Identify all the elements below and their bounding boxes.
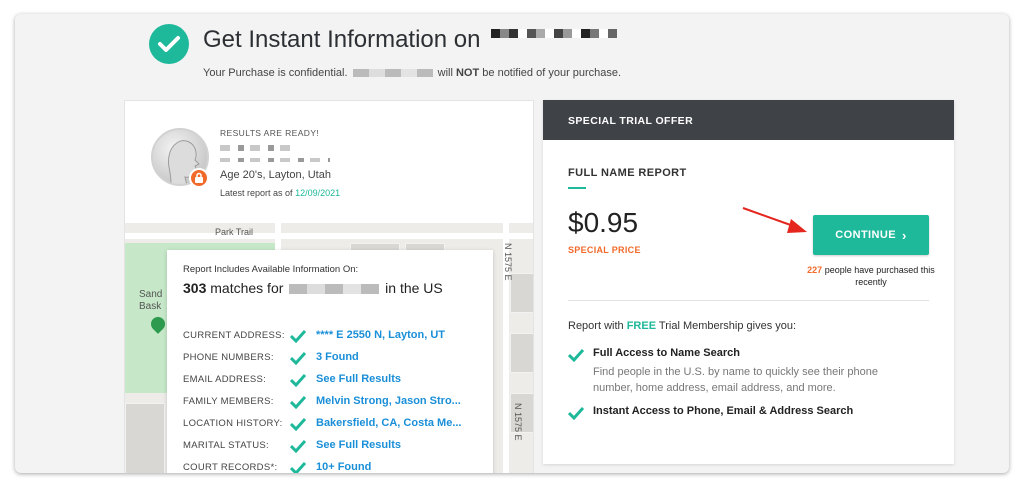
row-label: EMAIL ADDRESS: xyxy=(183,374,267,385)
check-icon xyxy=(568,348,584,362)
report-row-marital-status: MARITAL STATUS: See Full Results xyxy=(183,438,483,454)
age-location: Age 20's, Layton, Utah xyxy=(220,169,331,181)
report-row-phone-numbers: PHONE NUMBERS: 3 Found xyxy=(183,350,483,366)
map-road xyxy=(125,233,533,239)
row-value-link[interactable]: See Full Results xyxy=(316,373,481,385)
map-building xyxy=(510,273,533,313)
row-label: PHONE NUMBERS: xyxy=(183,352,274,363)
check-icon xyxy=(290,417,306,431)
row-label: LOCATION HISTORY: xyxy=(183,418,283,429)
report-row-current-address: CURRENT ADDRESS: **** E 2550 N, Layton, … xyxy=(183,328,483,344)
matches-suffix: in the US xyxy=(385,280,443,296)
redacted-name-inline xyxy=(289,284,380,295)
page-header: Get Instant Information on Your Purchase… xyxy=(149,24,849,84)
matches-line: 303 matches for in the US xyxy=(183,280,477,296)
row-value-link[interactable]: Melvin Strong, Jason Stro... xyxy=(316,395,481,407)
annotation-arrow-icon xyxy=(742,207,807,233)
redacted-name-inline xyxy=(352,69,433,78)
price-note: SPECIAL PRICE xyxy=(568,245,641,255)
feature-desc: Find people in the U.S. by name to quick… xyxy=(593,366,878,394)
results-card: RESULTS ARE READY! Age 20's, Layton, Uta… xyxy=(124,100,534,473)
row-label: COURT RECORDS*: xyxy=(183,462,278,473)
report-row-family-members: FAMILY MEMBERS: Melvin Strong, Jason Str… xyxy=(183,394,483,410)
report-row-email-address: EMAIL ADDRESS: See Full Results xyxy=(183,372,483,388)
row-value-link[interactable]: **** E 2550 N, Layton, UT xyxy=(316,329,481,341)
continue-button[interactable]: CONTINUE › xyxy=(813,215,929,255)
check-icon xyxy=(290,461,306,473)
product-underline xyxy=(568,187,586,189)
check-icon xyxy=(290,395,306,409)
latest-report: Latest report as of 12/09/2021 xyxy=(220,188,340,198)
row-label: MARITAL STATUS: xyxy=(183,440,269,451)
check-icon xyxy=(290,373,306,387)
subtitle-not: NOT xyxy=(455,67,480,79)
check-icon xyxy=(290,329,306,343)
matches-text: matches for xyxy=(210,280,284,296)
redacted-name xyxy=(491,29,618,57)
offer-bar-title: SPECIAL TRIAL OFFER xyxy=(543,100,954,140)
trial-free: FREE xyxy=(626,320,657,332)
price: $0.95 xyxy=(568,207,639,238)
check-icon xyxy=(568,406,584,420)
row-value-link[interactable]: Bakersfield, CA, Costa Me... xyxy=(316,417,481,429)
browser-frame: Get Instant Information on Your Purchase… xyxy=(15,14,1009,473)
row-value-link[interactable]: 10+ Found xyxy=(316,461,481,473)
purchased-text: people have purchased this recently xyxy=(824,265,935,287)
subtitle-before: Your Purchase is confidential. xyxy=(203,67,348,79)
row-value-link[interactable]: See Full Results xyxy=(316,439,481,451)
results-status: RESULTS ARE READY! xyxy=(220,128,320,138)
map-building xyxy=(125,403,165,473)
report-row-location-history: LOCATION HISTORY: Bakersfield, CA, Costa… xyxy=(183,416,483,432)
continue-label: CONTINUE xyxy=(835,229,896,241)
map-label-place: Sand xyxy=(139,289,163,300)
map-label-place: Bask xyxy=(139,301,162,312)
map-building xyxy=(510,333,533,373)
report-summary: Report Includes Available Information On… xyxy=(167,250,493,473)
map-label-street: N 1575 E xyxy=(513,403,523,441)
subtitle-will: will xyxy=(437,67,453,79)
row-value-link[interactable]: 3 Found xyxy=(316,351,481,363)
purchased-count: 227 xyxy=(807,265,823,275)
offer-card: SPECIAL TRIAL OFFER FULL NAME REPORT $0.… xyxy=(543,100,954,464)
trial-before: Report with xyxy=(568,320,624,332)
matches-count: 303 xyxy=(183,280,207,296)
check-icon xyxy=(290,351,306,365)
row-label: CURRENT ADDRESS: xyxy=(183,330,285,341)
feature-title: Instant Access to Phone, Email & Address… xyxy=(593,405,854,417)
map-label-park-trail: Park Trail xyxy=(215,227,254,237)
check-icon xyxy=(290,439,306,453)
latest-label: Latest report as of xyxy=(220,188,293,198)
feature-title: Full Access to Name Search xyxy=(593,347,740,359)
report-heading: Report Includes Available Information On… xyxy=(183,264,359,275)
check-circle-icon xyxy=(149,24,189,64)
trial-after: Trial Membership gives you: xyxy=(658,320,797,332)
page-title: Get Instant Information on xyxy=(203,26,618,57)
redacted-detail-line xyxy=(220,158,330,162)
purchase-count: 227 people have purchased this recently xyxy=(803,264,939,288)
map-road xyxy=(275,223,281,253)
lock-icon xyxy=(189,168,209,188)
page-title-text: Get Instant Information on xyxy=(203,26,481,53)
latest-date: 12/09/2021 xyxy=(295,188,341,198)
page-subtitle: Your Purchase is confidential. will NOT … xyxy=(203,67,621,79)
divider xyxy=(568,300,929,301)
subtitle-after: be notified of your purchase. xyxy=(482,67,622,79)
product-name: FULL NAME REPORT xyxy=(568,167,687,179)
map-label-street: N 1575 E xyxy=(503,243,513,281)
trial-intro: Report with FREE Trial Membership gives … xyxy=(568,320,796,332)
row-label: FAMILY MEMBERS: xyxy=(183,396,274,407)
redacted-name-line xyxy=(220,145,290,151)
chevron-right-icon: › xyxy=(901,227,907,243)
report-row-court-records: COURT RECORDS*: 10+ Found xyxy=(183,460,483,473)
